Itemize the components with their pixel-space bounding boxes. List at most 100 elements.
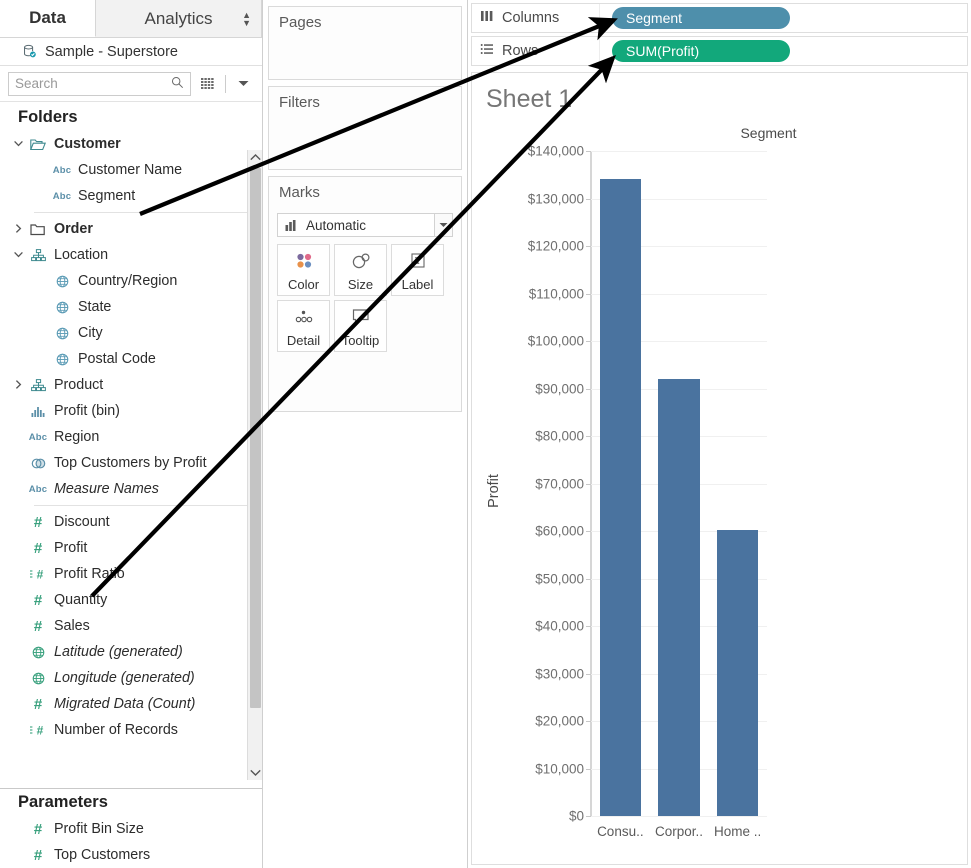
marks-card[interactable]: Marks Automatic Color Size T Label Detai… xyxy=(268,176,462,412)
chevron-down-icon[interactable] xyxy=(248,765,262,780)
mark-buttons: Color Size T Label Detail Tooltip xyxy=(277,244,453,352)
search-icon[interactable] xyxy=(171,76,184,92)
parameter-item[interactable]: # Top Customers xyxy=(0,842,262,868)
chevron-up-icon[interactable] xyxy=(248,150,262,165)
pages-card-title: Pages xyxy=(279,14,322,31)
field-label: Longitude (generated) xyxy=(54,670,195,686)
fields-list[interactable]: Folders Customer Abc Customer Name Abc Segme… xyxy=(0,102,262,788)
bar[interactable] xyxy=(658,379,700,816)
field-item[interactable]: Abc Segment xyxy=(0,183,262,209)
field-item[interactable]: State xyxy=(0,294,262,320)
svg-text:#: # xyxy=(37,724,44,738)
pill-segment[interactable]: Segment xyxy=(612,7,790,29)
field-item[interactable]: # Profit xyxy=(0,535,262,561)
field-item[interactable]: Country/Region xyxy=(0,268,262,294)
y-tick-label: $110,000 xyxy=(528,286,584,301)
size-circles-icon xyxy=(349,245,373,277)
field-item[interactable]: Top Customers by Profit xyxy=(0,450,262,476)
field-item[interactable]: # Discount xyxy=(0,509,262,535)
pill-sum-profit[interactable]: SUM(Profit) xyxy=(612,40,790,62)
filters-card[interactable]: Filters xyxy=(268,86,462,170)
marks-size-button[interactable]: Size xyxy=(334,244,387,296)
abc-icon: Abc xyxy=(52,164,72,176)
chevron-down-icon[interactable] xyxy=(232,73,254,95)
y-tick-label: $100,000 xyxy=(527,333,584,349)
scrollbar-thumb[interactable] xyxy=(250,168,261,708)
parameters-header: Parameters xyxy=(18,793,108,811)
field-item[interactable]: Latitude (generated) xyxy=(0,639,262,665)
field-item[interactable]: Abc Customer Name xyxy=(0,157,262,183)
field-item[interactable]: Customer xyxy=(0,131,262,157)
y-tick-label: $70,000 xyxy=(535,476,584,491)
field-item[interactable]: # Migrated Data (Count) xyxy=(0,691,262,717)
field-label: Sales xyxy=(54,618,90,634)
bar-chart-icon xyxy=(282,219,299,231)
marks-detail-button[interactable]: Detail xyxy=(277,300,330,352)
chevron-down-icon[interactable] xyxy=(10,139,26,149)
chart: Segment Profit $0 $10,000 $20,000 $30,000 $4… xyxy=(472,117,967,864)
field-item[interactable]: Order xyxy=(0,216,262,242)
data-pane-scrollbar[interactable] xyxy=(247,150,262,780)
pages-card[interactable]: Pages xyxy=(268,6,462,80)
field-group-separator xyxy=(34,505,248,506)
field-item[interactable]: # Sales xyxy=(0,613,262,639)
marks-label-button[interactable]: T Label xyxy=(391,244,444,296)
bar[interactable] xyxy=(717,529,759,816)
chevron-down-icon[interactable] xyxy=(434,214,452,236)
sheet-canvas[interactable]: Sheet 1 Segment Profit $0 $10,000 $20,000 $… xyxy=(471,72,968,865)
field-item[interactable]: # Number of Records xyxy=(0,717,262,743)
mark-type-select[interactable]: Automatic xyxy=(277,213,453,237)
y-tick-label: $120,000 xyxy=(527,238,584,254)
marks-card-title: Marks xyxy=(279,184,320,201)
field-item[interactable]: Abc Measure Names xyxy=(0,476,262,502)
search-input[interactable]: Search xyxy=(8,71,191,96)
field-label: Profit Ratio xyxy=(54,566,125,582)
field-label: Discount xyxy=(54,514,110,530)
chevron-right-icon[interactable] xyxy=(10,223,26,235)
chevron-down-icon[interactable] xyxy=(10,250,26,260)
field-item[interactable]: Abc Region xyxy=(0,424,262,450)
field-item[interactable]: # Profit Ratio xyxy=(0,561,262,587)
y-tick-label: $20,000 xyxy=(535,713,584,729)
calculated-number-icon: # xyxy=(26,723,50,737)
y-tick-label: $80,000 xyxy=(535,428,584,444)
cards-column: Pages Filters Marks Automatic Color Size… xyxy=(263,0,468,868)
hierarchy-icon xyxy=(26,248,50,262)
globe-green-icon xyxy=(26,672,50,685)
detail-dots-icon xyxy=(292,301,316,333)
tab-data[interactable]: Data xyxy=(0,0,96,37)
calculated-number-icon: # xyxy=(26,567,50,581)
pill-sum-profit-label: SUM(Profit) xyxy=(626,43,700,59)
parameter-item[interactable]: # Profit Bin Size xyxy=(0,816,262,842)
chevron-right-icon[interactable] xyxy=(10,379,26,391)
field-label: City xyxy=(78,325,103,341)
updown-arrows-icon[interactable]: ▲ ▼ xyxy=(242,10,251,27)
y-tick-label: $10,000 xyxy=(535,761,584,776)
field-item[interactable]: Location xyxy=(0,242,262,268)
marks-color-button[interactable]: Color xyxy=(277,244,330,296)
grid-view-icon[interactable] xyxy=(197,73,219,95)
field-item[interactable]: Product xyxy=(0,372,262,398)
bar[interactable] xyxy=(599,178,641,816)
marks-tooltip-button[interactable]: Tooltip xyxy=(334,300,387,352)
tab-analytics[interactable]: Analytics ▲ ▼ xyxy=(96,0,262,37)
field-item[interactable]: Profit (bin) xyxy=(0,398,262,424)
field-item[interactable]: City xyxy=(0,320,262,346)
field-label: Top Customers by Profit xyxy=(54,455,207,471)
field-label: Segment xyxy=(78,188,136,204)
field-item[interactable]: # Quantity xyxy=(0,587,262,613)
field-item[interactable]: Postal Code xyxy=(0,346,262,372)
filters-card-title: Filters xyxy=(279,94,320,111)
field-label: Location xyxy=(54,247,109,263)
y-axis-title: Profit xyxy=(486,473,502,508)
rows-shelf[interactable]: Rows SUM(Profit) xyxy=(471,36,968,66)
field-label: Quantity xyxy=(54,592,108,608)
search-placeholder: Search xyxy=(15,76,58,91)
columns-shelf[interactable]: Columns Segment xyxy=(471,3,968,33)
set-icon xyxy=(26,457,50,470)
field-item[interactable]: Longitude (generated) xyxy=(0,665,262,691)
y-tick-label: $90,000 xyxy=(535,381,584,396)
marks-tooltip-label: Tooltip xyxy=(341,333,380,348)
datasource-name: Sample - Superstore xyxy=(45,43,178,60)
datasource-row[interactable]: Sample - Superstore xyxy=(0,38,262,66)
